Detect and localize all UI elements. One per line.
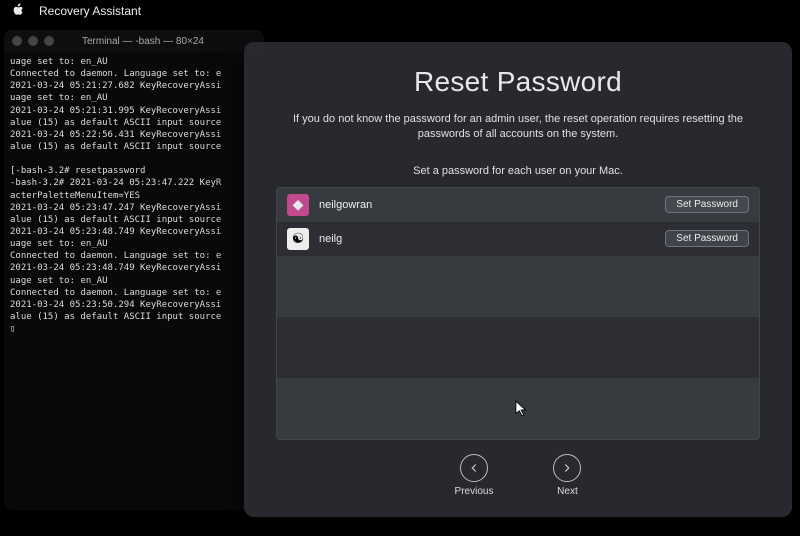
close-icon[interactable] <box>12 36 22 46</box>
user-row: ◆ neilgowran Set Password <box>277 188 759 222</box>
dialog-nav: Previous Next <box>455 454 582 501</box>
terminal-title: Terminal — -bash — 80×24 <box>60 36 226 47</box>
menubar: Recovery Assistant <box>0 0 800 22</box>
apple-menu-icon[interactable] <box>12 3 25 19</box>
list-empty-row <box>277 317 759 378</box>
reset-password-dialog: Reset Password If you do not know the pa… <box>244 42 792 517</box>
terminal-output[interactable]: uage set to: en_AU Connected to daemon. … <box>4 52 264 339</box>
username-label: neilg <box>319 233 655 245</box>
app-menu-name[interactable]: Recovery Assistant <box>39 4 141 18</box>
dialog-subtitle: Set a password for each user on your Mac… <box>413 165 623 177</box>
avatar: ☯ <box>287 228 309 250</box>
dialog-title: Reset Password <box>414 66 622 98</box>
user-list: ◆ neilgowran Set Password ☯ neilg Set Pa… <box>276 187 760 440</box>
previous-label: Previous <box>455 486 494 497</box>
terminal-titlebar: Terminal — -bash — 80×24 <box>4 30 264 52</box>
terminal-window: Terminal — -bash — 80×24 uage set to: en… <box>4 30 264 510</box>
next-button[interactable]: Next <box>553 454 581 497</box>
arrow-left-icon <box>460 454 488 482</box>
minimize-icon[interactable] <box>28 36 38 46</box>
list-empty-row <box>277 256 759 317</box>
avatar: ◆ <box>287 194 309 216</box>
set-password-button[interactable]: Set Password <box>665 196 749 213</box>
previous-button[interactable]: Previous <box>455 454 494 497</box>
user-row: ☯ neilg Set Password <box>277 222 759 256</box>
username-label: neilgowran <box>319 199 655 211</box>
list-empty-row <box>277 378 759 439</box>
zoom-icon[interactable] <box>44 36 54 46</box>
arrow-right-icon <box>553 454 581 482</box>
next-label: Next <box>557 486 578 497</box>
set-password-button[interactable]: Set Password <box>665 230 749 247</box>
dialog-description: If you do not know the password for an a… <box>276 112 760 143</box>
